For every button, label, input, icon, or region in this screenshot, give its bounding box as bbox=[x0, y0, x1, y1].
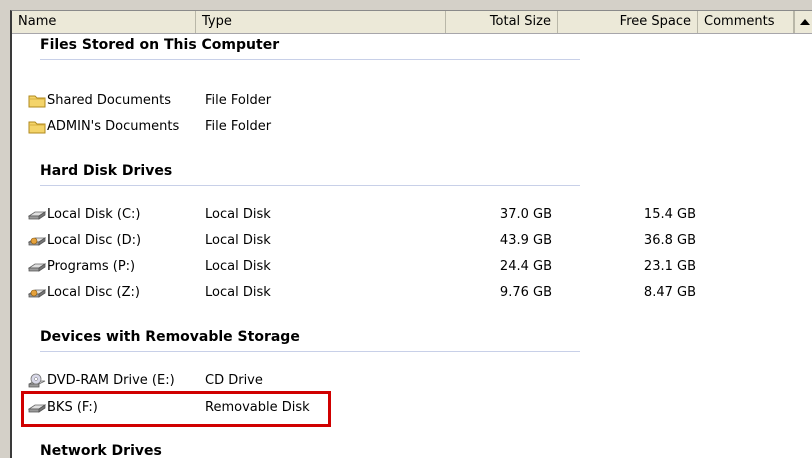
item-name: ADMIN's Documents bbox=[47, 119, 180, 134]
scroll-up-arrow-icon bbox=[799, 19, 810, 25]
item-type: Local Disk bbox=[205, 285, 271, 300]
item-type: CD Drive bbox=[205, 373, 263, 388]
group-divider bbox=[40, 185, 580, 186]
column-header-comments[interactable]: Comments bbox=[698, 11, 794, 33]
item-name: Shared Documents bbox=[47, 93, 172, 108]
item-name: Local Disk (C:) bbox=[47, 207, 141, 222]
list-item[interactable]: Shared Documents File Folder bbox=[12, 90, 792, 112]
item-free-space: 23.1 GB bbox=[643, 259, 696, 274]
folder-icon bbox=[28, 121, 46, 134]
column-header-type[interactable]: Type bbox=[196, 11, 446, 33]
item-type: Local Disk bbox=[205, 259, 271, 274]
list-item[interactable]: Local Disc (Z:) Local Disk 9.76 GB 8.47 … bbox=[12, 282, 792, 304]
item-name: Programs (P:) bbox=[47, 259, 136, 274]
group-title-removable: Devices with Removable Storage bbox=[40, 329, 300, 345]
highlight-box bbox=[21, 391, 331, 427]
group-title-files: Files Stored on This Computer bbox=[40, 37, 280, 53]
hard-drive-icon bbox=[28, 237, 46, 246]
hard-drive-icon bbox=[28, 289, 46, 298]
column-header-name[interactable]: Name bbox=[12, 11, 196, 33]
list-item[interactable]: Programs (P:) Local Disk 24.4 GB 23.1 GB bbox=[12, 256, 792, 278]
item-type: File Folder bbox=[205, 119, 272, 134]
item-total-size: 9.76 GB bbox=[499, 285, 552, 300]
item-free-space: 8.47 GB bbox=[643, 285, 696, 300]
group-divider bbox=[40, 59, 580, 60]
folder-icon bbox=[28, 95, 46, 108]
item-name: Local Disc (Z:) bbox=[47, 285, 140, 300]
item-total-size: 24.4 GB bbox=[499, 259, 552, 274]
item-total-size: 43.9 GB bbox=[499, 233, 552, 248]
list-item[interactable]: DVD-RAM Drive (E:) CD Drive bbox=[12, 370, 792, 392]
item-free-space: 15.4 GB bbox=[643, 207, 696, 222]
hard-drive-icon bbox=[28, 263, 46, 272]
column-headers: Name Type Total Size Free Space Comments bbox=[12, 11, 812, 34]
group-title-network: Network Drives bbox=[40, 443, 162, 458]
group-title-hard-disks: Hard Disk Drives bbox=[40, 163, 173, 179]
list-item[interactable]: Local Disk (C:) Local Disk 37.0 GB 15.4 … bbox=[12, 204, 792, 226]
item-name: Local Disc (D:) bbox=[47, 233, 142, 248]
column-header-free-space[interactable]: Free Space bbox=[558, 11, 698, 33]
list-item[interactable]: ADMIN's Documents File Folder bbox=[12, 116, 792, 138]
item-total-size: 37.0 GB bbox=[499, 207, 552, 222]
item-type: Local Disk bbox=[205, 233, 271, 248]
list-item[interactable]: Local Disc (D:) Local Disk 43.9 GB 36.8 … bbox=[12, 230, 792, 252]
dvd-drive-icon bbox=[28, 373, 46, 388]
column-header-total-size[interactable]: Total Size bbox=[446, 11, 558, 33]
item-name: DVD-RAM Drive (E:) bbox=[47, 373, 175, 388]
explorer-file-list: Name Type Total Size Free Space Comments… bbox=[10, 10, 812, 458]
scroll-up-button[interactable] bbox=[794, 11, 812, 33]
item-type: Local Disk bbox=[205, 207, 271, 222]
item-type: File Folder bbox=[205, 93, 272, 108]
item-free-space: 36.8 GB bbox=[643, 233, 696, 248]
group-divider bbox=[40, 351, 580, 352]
hard-drive-icon bbox=[28, 211, 46, 220]
